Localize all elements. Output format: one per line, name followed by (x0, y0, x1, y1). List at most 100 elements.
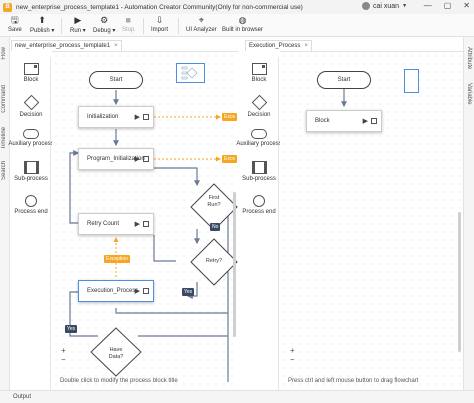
window-title: new_enterprise_process_template1 - Autom… (16, 3, 303, 11)
first-run-label: First Run? (207, 195, 221, 208)
tab-main-process[interactable]: new_enterprise_process_template1 × (11, 40, 122, 51)
maximize-button[interactable]: ▢ (444, 1, 452, 10)
edit-block-icon[interactable] (143, 156, 149, 162)
start-node[interactable]: Start (89, 71, 143, 89)
sub-flow-connectors (341, 89, 347, 108)
run-block-icon[interactable]: ▶ (363, 117, 368, 125)
exception-tag: Exce (222, 113, 238, 121)
edit-block-icon[interactable] (143, 114, 149, 120)
yes-tag: Yes (182, 288, 195, 296)
block-execution-process[interactable]: Execution_Process ▶ (78, 280, 154, 302)
bug-icon: ⚙ (100, 15, 109, 25)
tab-variable[interactable]: Variable (466, 83, 472, 105)
ui-analyzer-button[interactable]: ⌖ UI Analyzer (186, 15, 217, 33)
publish-button[interactable]: ⬆ Publish ▾ (30, 15, 54, 34)
edit-block-icon[interactable] (143, 221, 149, 227)
close-button[interactable]: ✕ (463, 1, 470, 10)
tab-execution-process[interactable]: Execution_Process × (245, 40, 312, 51)
edit-block-icon[interactable] (143, 288, 149, 294)
end-shape-icon (25, 195, 37, 207)
block-initialization[interactable]: Initialization ▶ (78, 106, 154, 128)
toolbar-divider (178, 18, 179, 34)
stop-button[interactable]: ■ Stop (122, 15, 134, 33)
auxiliary-shape-icon (23, 129, 39, 139)
end-shape-icon (253, 195, 265, 207)
main-minimap[interactable] (176, 63, 205, 83)
zoom-out-button[interactable]: − (61, 355, 66, 364)
subprocess-shape-icon (23, 161, 39, 174)
user-menu[interactable]: cai xuan ▼ (362, 2, 407, 10)
block-retry-count[interactable]: Retry Count ▶ (78, 213, 154, 235)
edit-block-icon[interactable] (371, 118, 377, 124)
tab-timeline[interactable]: Timeline (1, 127, 7, 149)
palette-process-end[interactable]: Process end (11, 195, 51, 215)
close-tab-icon[interactable]: × (114, 43, 118, 49)
zoom-in-button[interactable]: + (61, 346, 66, 355)
publish-icon: ⬆ (38, 15, 46, 25)
sub-minimap[interactable] (404, 69, 419, 93)
zoom-out-button[interactable]: − (290, 355, 295, 364)
palette-process-end[interactable]: Process end (239, 195, 279, 215)
title-bar: B new_enterprise_process_template1 - Aut… (0, 0, 474, 14)
run-button[interactable]: ▶ Run ▾ (70, 15, 86, 34)
import-icon: ⇩ (155, 15, 164, 25)
have-data-label: Have Data? (108, 347, 124, 360)
minimize-button[interactable]: — (424, 1, 432, 10)
palette-decision[interactable]: Decision (11, 94, 51, 118)
toolbar-divider (61, 18, 62, 34)
run-block-icon[interactable]: ▶ (135, 287, 140, 295)
close-tab-icon[interactable]: × (304, 43, 308, 49)
palette-auxiliary-process[interactable]: Auxiliary process (236, 129, 282, 147)
user-avatar-icon (362, 2, 370, 10)
stop-icon: ■ (125, 15, 131, 25)
left-side-panel: Flow Command Timeline Search (0, 37, 10, 390)
no-tag: No (210, 223, 221, 231)
block-shape-icon (23, 63, 39, 75)
main-flow-canvas[interactable]: Start Initialization ▶ Program_Initializ… (52, 51, 238, 390)
sub-zoom-controls: + − (290, 346, 295, 364)
import-button[interactable]: ⇩ Import (151, 15, 168, 33)
main-zoom-controls: + − (61, 346, 66, 364)
sub-flow-canvas[interactable]: Start Block ▶ + − Press ctrl and left mo… (280, 51, 463, 390)
exception-tag: Exce (222, 155, 238, 163)
run-block-icon[interactable]: ▶ (135, 155, 140, 163)
tab-attribute[interactable]: Attribute (466, 47, 472, 69)
debug-button[interactable]: ⚙ Debug ▾ (93, 15, 115, 34)
sub-canvas-scrollbar[interactable] (458, 212, 461, 352)
sub-block[interactable]: Block ▶ (306, 110, 382, 132)
main-canvas-scrollbar[interactable] (233, 192, 236, 337)
yes-tag: Yes (65, 325, 78, 333)
tab-command[interactable]: Command (1, 85, 7, 113)
output-label: Output (13, 394, 32, 400)
browser-icon: ◍ (238, 15, 247, 25)
tab-flow[interactable]: Flow (1, 47, 7, 60)
run-block-icon[interactable]: ▶ (135, 220, 140, 228)
component-palette: Block Decision Auxiliary process Sub-pro… (8, 57, 54, 390)
palette-auxiliary-process[interactable]: Auxiliary process (8, 129, 54, 147)
built-in-browser-button[interactable]: ◍ Built in browser (222, 15, 263, 33)
user-name: cai xuan (373, 2, 400, 10)
toolbar: 🖫 Save ⬆ Publish ▾ ▶ Run ▾ ⚙ Debug ▾ ■ S… (0, 14, 474, 37)
retry-label: Retry? (205, 258, 223, 264)
save-button[interactable]: 🖫 Save (8, 15, 22, 33)
zoom-in-button[interactable]: + (290, 346, 295, 355)
play-icon: ▶ (74, 15, 82, 25)
sub-start-node[interactable]: Start (317, 71, 371, 89)
toolbar-divider (143, 18, 144, 34)
auxiliary-shape-icon (251, 129, 267, 139)
app-logo: B (3, 2, 12, 12)
block-shape-icon (251, 63, 267, 75)
palette-sub-process[interactable]: Sub-process (239, 161, 279, 182)
palette-block[interactable]: Block (239, 63, 279, 83)
run-block-icon[interactable]: ▶ (135, 113, 140, 121)
block-program-initialization[interactable]: Program_Initialization ▶ (78, 148, 154, 170)
palette-decision[interactable]: Decision (239, 94, 279, 118)
chevron-down-icon: ▼ (402, 3, 408, 9)
palette-sub-process[interactable]: Sub-process (11, 161, 51, 182)
tab-search[interactable]: Search (1, 161, 7, 180)
decision-shape-icon (251, 94, 267, 111)
palette-block[interactable]: Block (11, 63, 51, 83)
output-panel[interactable]: Output (0, 390, 474, 403)
sub-canvas-hint: Press ctrl and left mouse button to drag… (288, 378, 419, 384)
subprocess-shape-icon (251, 161, 267, 174)
